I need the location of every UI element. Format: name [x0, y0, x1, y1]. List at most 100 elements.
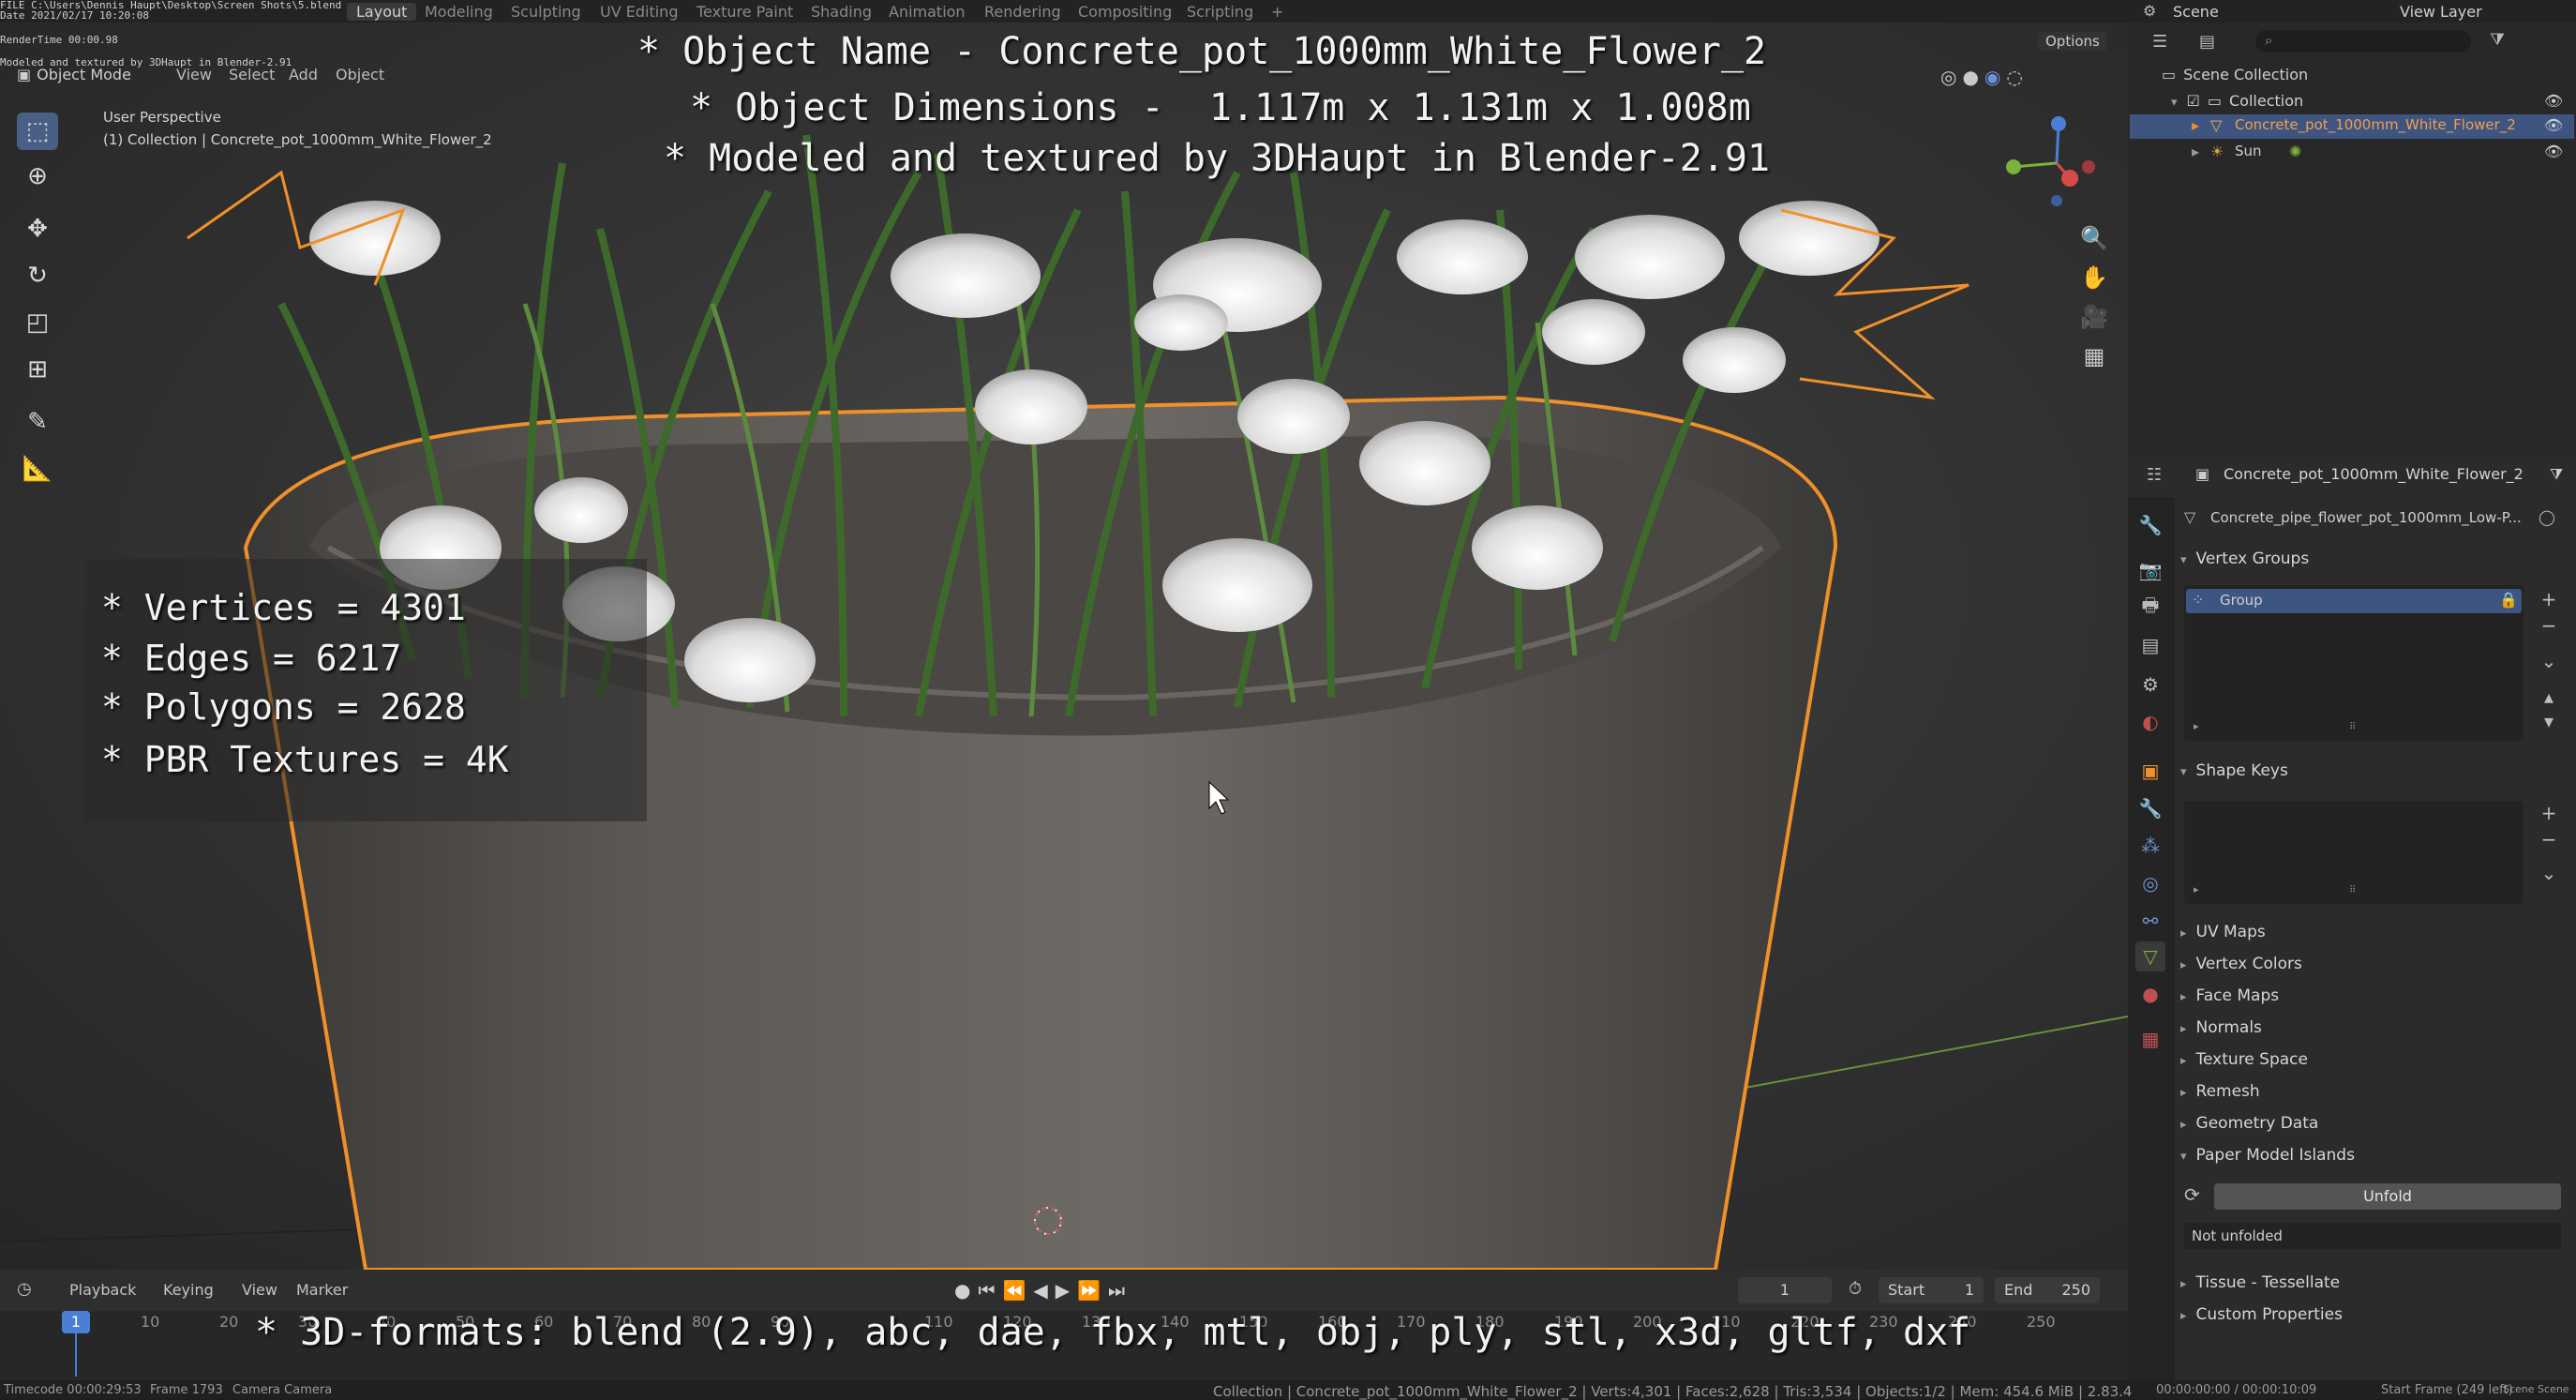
view-layer-tab-icon[interactable]: ▤: [2135, 630, 2165, 660]
tab-layout[interactable]: Layout: [347, 3, 417, 21]
tab-uv-editing[interactable]: UV Editing: [600, 3, 678, 21]
outliner-editor-icon[interactable]: ☰: [2152, 32, 2167, 52]
menu-keying[interactable]: Keying: [163, 1281, 214, 1299]
rotate-tool[interactable]: ↻: [17, 257, 58, 294]
view-layer-selector[interactable]: View Layer: [2400, 3, 2482, 21]
remove-vertex-group-button[interactable]: −: [2537, 613, 2561, 638]
prev-keyframe-icon[interactable]: ⏪: [1002, 1279, 1033, 1302]
refresh-icon[interactable]: ⟳: [2184, 1183, 2200, 1206]
current-frame-field[interactable]: 1: [1738, 1277, 1832, 1303]
tab-modeling[interactable]: Modeling: [425, 3, 493, 21]
transform-tool[interactable]: ⊞: [17, 351, 58, 388]
zoom-button[interactable]: 🔍: [2075, 219, 2113, 257]
panel-remesh[interactable]: ▸ Remesh: [2180, 1082, 2260, 1101]
panel-uv-maps[interactable]: ▸ UV Maps: [2180, 923, 2266, 941]
wireframe-shading-icon[interactable]: ◎: [1940, 66, 1962, 88]
tool-tab-icon[interactable]: 🔧: [2135, 510, 2165, 540]
tab-rendering[interactable]: Rendering: [984, 3, 1061, 21]
filter-icon[interactable]: ⧩: [2490, 30, 2505, 50]
menu-marker[interactable]: Marker: [296, 1281, 348, 1299]
material-tab-icon[interactable]: ●: [2135, 979, 2165, 1009]
texture-tab-icon[interactable]: ▦: [2135, 1024, 2165, 1054]
move-tool[interactable]: ✥: [17, 210, 58, 248]
start-frame-field[interactable]: Start 1: [1879, 1277, 1984, 1303]
filter-expand-icon[interactable]: ▸: [2194, 720, 2199, 732]
list-item[interactable]: ⁘ Group 🔒: [2186, 589, 2522, 613]
expand-icon[interactable]: ▾: [2171, 96, 2178, 110]
scale-tool[interactable]: ◰: [17, 304, 58, 341]
scene-tab-icon[interactable]: ⚙: [2135, 670, 2165, 700]
next-keyframe-icon[interactable]: ⏩: [1077, 1279, 1108, 1302]
physics-tab-icon[interactable]: ◎: [2135, 868, 2165, 898]
properties-editor-icon[interactable]: ☷: [2147, 465, 2162, 485]
scene-collection-row[interactable]: ▭ Scene Collection: [2162, 66, 2308, 83]
end-frame-field[interactable]: End 250: [1995, 1277, 2100, 1303]
fake-user-icon[interactable]: ◯: [2539, 508, 2555, 526]
tab-sculpting[interactable]: Sculpting: [511, 3, 581, 21]
menu-timeline-view[interactable]: View: [242, 1281, 277, 1299]
camera-view-button[interactable]: 🎥: [2075, 298, 2113, 336]
outliner-search-input[interactable]: ⌕: [2255, 30, 2471, 53]
shading-buttons[interactable]: ◎●◉◌: [1940, 66, 2029, 88]
output-tab-icon[interactable]: 🖶: [2135, 593, 2165, 623]
panel-tissue-tessellate[interactable]: ▸ Tissue - Tessellate: [2180, 1273, 2340, 1292]
remove-shape-key-button[interactable]: −: [2537, 827, 2561, 851]
outliner[interactable]: ☰ ▤ ⌕ ⧩ ▭ Scene Collection ▾ ☑ ▭ Collection …: [2128, 23, 2576, 456]
playhead[interactable]: 1: [62, 1311, 90, 1333]
ortho-toggle-button[interactable]: ▦: [2075, 338, 2113, 375]
resize-handle-icon[interactable]: ⠿: [2349, 722, 2356, 732]
pin-icon[interactable]: ⧩: [2550, 465, 2563, 484]
panel-normals[interactable]: ▸ Normals: [2180, 1018, 2262, 1037]
resize-handle-icon[interactable]: ⠿: [2349, 885, 2356, 896]
stopwatch-icon[interactable]: ⏱: [1849, 1279, 1862, 1299]
mesh-datablock[interactable]: ▽ Concrete_pipe_flower_pot_1000mm_Low-P.…: [2184, 506, 2550, 533]
tab-animation[interactable]: Animation: [889, 3, 966, 21]
shape-key-menu-icon[interactable]: ⌄: [2537, 861, 2561, 885]
move-up-icon[interactable]: ▴: [2537, 685, 2561, 709]
panel-custom-properties[interactable]: ▸ Custom Properties: [2180, 1305, 2343, 1324]
visibility-eye-icon[interactable]: 👁: [2544, 116, 2563, 134]
world-tab-icon[interactable]: ◐: [2135, 707, 2165, 737]
pan-button[interactable]: ✋: [2075, 259, 2113, 296]
cursor-tool[interactable]: ⊕: [17, 158, 58, 195]
scene-selector[interactable]: Scene: [2173, 3, 2219, 21]
record-icon[interactable]: ●: [954, 1279, 978, 1302]
tab-compositing[interactable]: Compositing: [1078, 3, 1172, 21]
display-mode-icon[interactable]: ▤: [2199, 32, 2215, 52]
unfold-button[interactable]: Unfold: [2214, 1183, 2561, 1210]
collection-row[interactable]: ▾ ☑ ▭ Collection: [2171, 92, 2303, 110]
jump-end-icon[interactable]: ⏭: [1108, 1279, 1132, 1302]
add-workspace-button[interactable]: +: [1271, 3, 1283, 21]
shape-keys-panel-header[interactable]: ▾ Shape Keys: [2180, 761, 2288, 780]
add-shape-key-button[interactable]: +: [2537, 801, 2561, 825]
play-reverse-icon[interactable]: ◀: [1033, 1279, 1055, 1302]
modifier-tab-icon[interactable]: 🔧: [2135, 793, 2165, 823]
rendered-shading-icon[interactable]: ◌: [2006, 66, 2028, 88]
render-tab-icon[interactable]: 📷: [2135, 555, 2165, 585]
move-down-icon[interactable]: ▾: [2537, 709, 2561, 733]
add-vertex-group-button[interactable]: +: [2537, 587, 2561, 611]
panel-vertex-colors[interactable]: ▸ Vertex Colors: [2180, 955, 2302, 973]
object-tab-icon[interactable]: ▣: [2135, 756, 2165, 786]
expand-icon[interactable]: ▸: [2192, 143, 2199, 160]
filter-expand-icon[interactable]: ▸: [2194, 883, 2199, 896]
expand-icon[interactable]: ▸: [2192, 116, 2199, 134]
timeline-editor-icon[interactable]: ◷: [17, 1279, 32, 1299]
checkbox-icon[interactable]: ☑: [2187, 92, 2200, 110]
material-shading-icon[interactable]: ◉: [1984, 66, 2006, 88]
visibility-eye-icon[interactable]: 👁: [2544, 143, 2563, 160]
tab-texture-paint[interactable]: Texture Paint: [696, 3, 793, 21]
measure-tool[interactable]: 📐: [17, 450, 58, 488]
playback-controls[interactable]: ●⏮⏪◀▶⏩⏭: [954, 1279, 1132, 1302]
panel-geometry-data[interactable]: ▸ Geometry Data: [2180, 1114, 2318, 1133]
vertex-group-menu-icon[interactable]: ⌄: [2537, 649, 2561, 673]
vertex-groups-panel-header[interactable]: ▾ Vertex Groups: [2180, 549, 2309, 568]
paper-model-panel-header[interactable]: ▾ Paper Model Islands: [2180, 1146, 2355, 1165]
lock-icon[interactable]: 🔒: [2499, 591, 2518, 609]
jump-start-icon[interactable]: ⏮: [978, 1279, 1002, 1302]
solid-shading-icon[interactable]: ●: [1962, 66, 1984, 88]
play-icon[interactable]: ▶: [1056, 1279, 1077, 1302]
outliner-item-pot[interactable]: ▸ ▽ Concrete_pot_1000mm_White_Flower_2 👁: [2130, 114, 2574, 139]
outliner-item-sun[interactable]: ▸ ☀ Sun ✺ 👁: [2130, 141, 2574, 165]
constraints-tab-icon[interactable]: ⚯: [2135, 906, 2165, 936]
